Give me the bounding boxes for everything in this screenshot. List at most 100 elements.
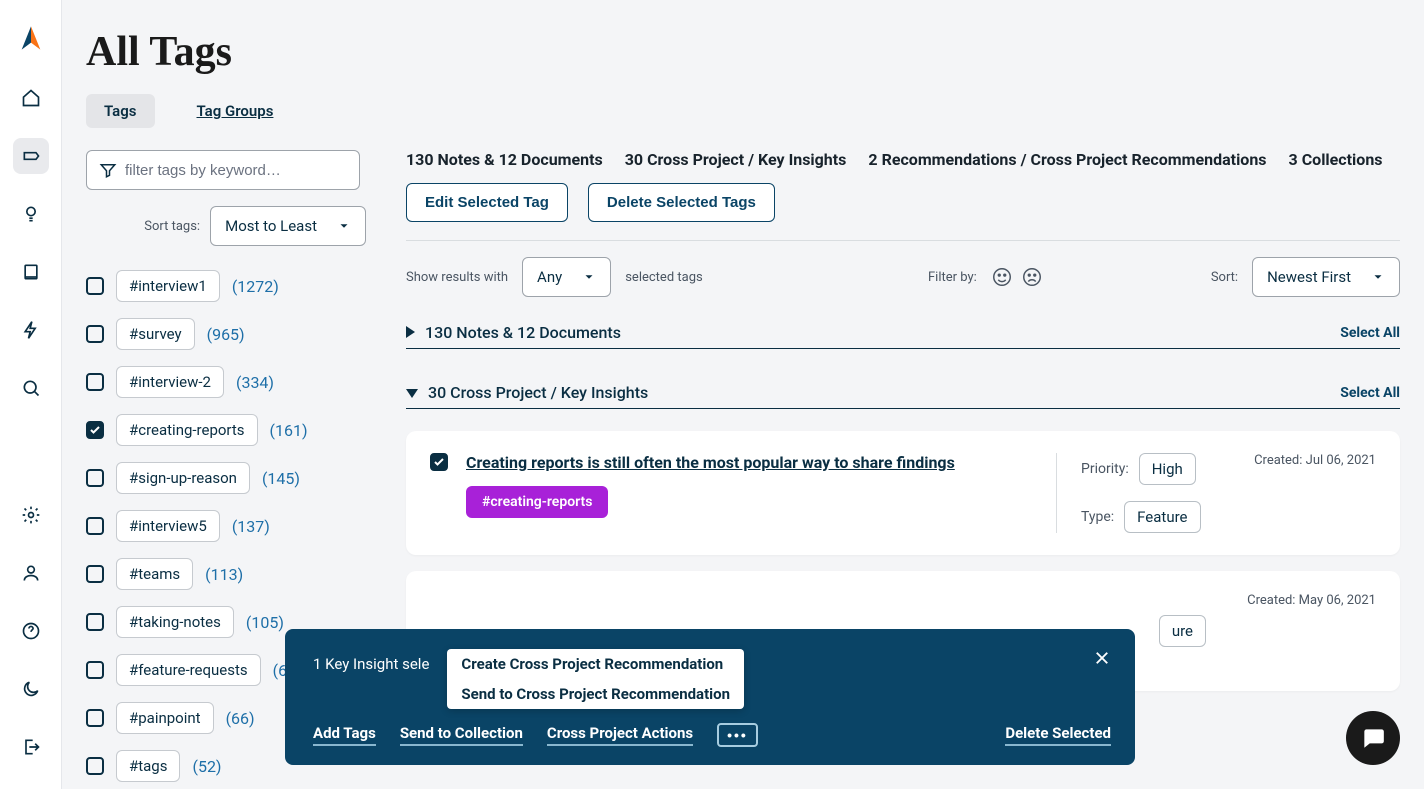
tag-row: #survey (965) [86, 318, 366, 350]
tag-checkbox[interactable] [86, 325, 104, 343]
sort-results-value: Newest First [1267, 268, 1351, 286]
chat-fab[interactable] [1346, 711, 1400, 765]
show-results-prefix: Show results with [406, 270, 508, 285]
selection-status: 1 Key Insight sele [313, 649, 429, 673]
expand-toggle[interactable] [406, 383, 418, 402]
logout-icon[interactable] [13, 729, 49, 765]
tag-chip[interactable]: #feature-requests [116, 654, 261, 686]
tag-row: #sign-up-reason (145) [86, 462, 366, 494]
tag-chip[interactable]: #tags [116, 750, 180, 782]
tag-checkbox[interactable] [86, 373, 104, 391]
tag-checkbox[interactable] [86, 517, 104, 535]
section-notes-header: 130 Notes & 12 Documents Select All [406, 317, 1400, 349]
delete-selected-tags-button[interactable]: Delete Selected Tags [588, 183, 775, 222]
tag-chip[interactable]: #teams [116, 558, 193, 590]
more-actions-button[interactable]: ••• [717, 723, 758, 747]
tag-checkbox[interactable] [86, 661, 104, 679]
close-action-bar[interactable] [1093, 649, 1111, 671]
delete-selected-link[interactable]: Delete Selected [1005, 724, 1111, 746]
chevron-down-icon [582, 270, 596, 284]
tag-chip[interactable]: #interview5 [116, 510, 220, 542]
tab-tags[interactable]: Tags [86, 94, 155, 128]
tag-count: (965) [207, 325, 245, 344]
send-to-collection-link[interactable]: Send to Collection [400, 724, 523, 746]
search-icon[interactable] [13, 370, 49, 406]
insight-created-date: Created: Jul 06, 2021 [1226, 453, 1376, 533]
match-mode-value: Any [537, 268, 562, 286]
tag-chip[interactable]: #painpoint [116, 702, 214, 734]
add-tags-link[interactable]: Add Tags [313, 724, 376, 746]
stats-row: 130 Notes & 12 Documents 30 Cross Project… [406, 150, 1400, 169]
sort-results-label: Sort: [1211, 270, 1238, 285]
app-sidebar [0, 0, 62, 789]
popup-send-recommendation[interactable]: Send to Cross Project Recommendation [447, 679, 744, 709]
stat-item: 3 Collections [1289, 150, 1383, 169]
chevron-down-icon [337, 219, 351, 233]
section-insights-select-all[interactable]: Select All [1340, 385, 1400, 401]
tag-checkbox[interactable] [86, 421, 104, 439]
filter-input-wrapper[interactable] [86, 150, 360, 190]
insight-created-date: Created: May 06, 2021 [1226, 593, 1376, 669]
insight-meta: Priority: High Type: Feature [1056, 453, 1206, 533]
home-icon[interactable] [13, 80, 49, 116]
stat-item: 130 Notes & 12 Documents [406, 150, 603, 169]
tag-checkbox[interactable] [86, 613, 104, 631]
tag-checkbox[interactable] [86, 469, 104, 487]
smile-icon[interactable] [991, 266, 1013, 288]
tag-count: (145) [262, 469, 300, 488]
tabs-row: Tags Tag Groups [86, 94, 1400, 128]
bulk-action-bar: 1 Key Insight sele Create Cross Project … [285, 629, 1135, 765]
moon-icon[interactable] [13, 671, 49, 707]
tag-checkbox[interactable] [86, 709, 104, 727]
cross-project-popup: Create Cross Project Recommendation Send… [447, 649, 744, 709]
stat-item: 2 Recommendations / Cross Project Recomm… [868, 150, 1266, 169]
tag-count: (161) [270, 421, 308, 440]
priority-value: High [1139, 453, 1196, 485]
insight-tag-chip[interactable]: #creating-reports [466, 486, 608, 518]
tag-chip[interactable]: #interview-2 [116, 366, 224, 398]
filter-by-label: Filter by: [928, 270, 977, 285]
gear-icon[interactable] [13, 497, 49, 533]
book-icon[interactable] [13, 254, 49, 290]
tag-chip[interactable]: #survey [116, 318, 195, 350]
page-title: All Tags [86, 28, 1400, 76]
section-notes-title: 130 Notes & 12 Documents [425, 323, 1330, 342]
show-results-suffix: selected tags [625, 270, 703, 285]
section-insights-title: 30 Cross Project / Key Insights [428, 383, 1330, 402]
tag-checkbox[interactable] [86, 757, 104, 775]
tag-count: (113) [205, 565, 243, 584]
tag-count: (1272) [232, 277, 279, 296]
tag-chip[interactable]: #sign-up-reason [116, 462, 250, 494]
match-mode-select[interactable]: Any [522, 257, 611, 297]
help-icon[interactable] [13, 613, 49, 649]
tag-count: (105) [246, 613, 284, 632]
app-logo-icon [17, 24, 45, 52]
insight-title-link[interactable]: Creating reports is still often the most… [466, 453, 955, 472]
filter-tags-input[interactable] [125, 162, 347, 179]
user-icon[interactable] [13, 555, 49, 591]
divider [406, 240, 1400, 241]
tag-row: #interview5(137) [86, 510, 366, 542]
sort-results-select[interactable]: Newest First [1252, 257, 1400, 297]
chevron-down-icon [1371, 270, 1385, 284]
edit-selected-tag-button[interactable]: Edit Selected Tag [406, 183, 568, 222]
collapse-toggle[interactable] [406, 323, 415, 342]
insight-checkbox[interactable] [430, 453, 448, 471]
tags-icon[interactable] [13, 138, 49, 174]
tag-checkbox[interactable] [86, 277, 104, 295]
stat-item: 30 Cross Project / Key Insights [625, 150, 847, 169]
section-notes-select-all[interactable]: Select All [1340, 325, 1400, 341]
tag-chip[interactable]: #creating-reports [116, 414, 258, 446]
bolt-icon[interactable] [13, 312, 49, 348]
tab-tag-groups[interactable]: Tag Groups [179, 94, 292, 128]
tag-chip[interactable]: #taking-notes [116, 606, 234, 638]
tag-checkbox[interactable] [86, 565, 104, 583]
frown-icon[interactable] [1021, 266, 1043, 288]
lightbulb-icon[interactable] [13, 196, 49, 232]
sort-tags-select[interactable]: Most to Least [210, 206, 366, 246]
tag-row: #creating-reports (161) [86, 414, 366, 446]
tag-chip[interactable]: #interview1 [116, 270, 220, 302]
popup-create-recommendation[interactable]: Create Cross Project Recommendation [447, 649, 744, 679]
chat-icon [1360, 725, 1386, 751]
cross-project-actions-link[interactable]: Cross Project Actions [547, 724, 693, 746]
